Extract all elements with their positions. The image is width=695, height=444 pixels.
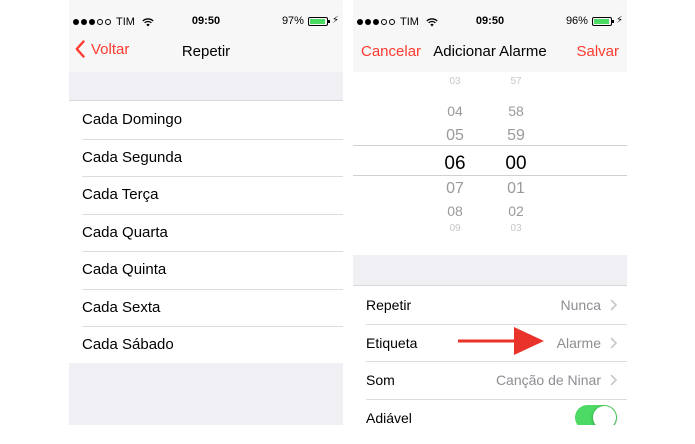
hour-option[interactable]: 05 xyxy=(435,127,475,145)
red-arrow-annotation xyxy=(458,327,544,355)
save-button[interactable]: Salvar xyxy=(576,43,619,60)
minute-option[interactable]: 58 xyxy=(496,103,536,119)
chevron-right-icon xyxy=(610,299,617,311)
list-item-thursday[interactable]: Cada Quinta xyxy=(69,251,343,289)
list-item-monday[interactable]: Cada Segunda xyxy=(69,138,343,177)
hour-option[interactable]: 08 xyxy=(435,203,475,219)
minute-option[interactable]: 57 xyxy=(496,76,536,87)
hour-option[interactable]: 04 xyxy=(435,103,475,119)
snooze-label: Adiável xyxy=(366,409,412,426)
list-item-wednesday[interactable]: Cada Quarta xyxy=(69,213,343,252)
minute-option[interactable]: 01 xyxy=(496,180,536,198)
nav-bar: Cancelar Adicionar Alarme Salvar xyxy=(353,30,627,72)
time-picker[interactable]: 03 04 05 06 07 08 09 57 58 59 00 01 02 03 xyxy=(353,72,627,255)
charging-bolt-icon: ⚡︎ xyxy=(331,15,339,26)
chevron-right-icon xyxy=(610,336,617,349)
snooze-row: Adiável xyxy=(353,398,627,426)
picker-selection-line-top xyxy=(353,145,627,146)
battery-fill xyxy=(309,18,326,24)
repeat-days-list: Cada Domingo Cada Segunda Cada Terça Cad… xyxy=(69,100,343,365)
list-item-friday[interactable]: Cada Sexta xyxy=(69,288,343,327)
sound-value: Canção de Ninar xyxy=(495,372,601,388)
nav-bar: Voltar Repetir xyxy=(69,30,343,72)
snooze-toggle[interactable] xyxy=(575,404,617,425)
minute-option[interactable]: 02 xyxy=(496,203,536,219)
status-bar: TIM 09:50 97% ⚡︎ xyxy=(69,14,343,30)
selected-minute[interactable]: 00 xyxy=(496,153,536,175)
battery-status: 96% ⚡︎ xyxy=(566,15,623,27)
hour-option[interactable]: 03 xyxy=(435,76,475,87)
selected-hour[interactable]: 06 xyxy=(435,153,475,175)
repeat-value: Nunca xyxy=(560,297,601,313)
charging-bolt-icon: ⚡︎ xyxy=(615,15,623,26)
battery-percent: 97% xyxy=(281,15,304,27)
hour-option[interactable]: 09 xyxy=(435,223,475,234)
label-value: Alarme xyxy=(556,334,601,351)
section-spacer xyxy=(353,255,627,285)
battery-icon xyxy=(307,16,330,26)
minute-option[interactable]: 03 xyxy=(496,223,536,234)
label-label: Etiqueta xyxy=(366,334,418,351)
add-alarm-screen: TIM 09:50 96% ⚡︎ Cancelar Adicionar Alar… xyxy=(353,0,627,425)
minute-option[interactable]: 59 xyxy=(496,127,536,145)
status-bar: TIM 09:50 96% ⚡︎ xyxy=(353,14,627,30)
battery-fill xyxy=(593,18,610,24)
hour-option[interactable]: 07 xyxy=(435,180,475,198)
screenshot-stage: TIM 09:50 97% ⚡︎ Voltar Repetir Cada Dom… xyxy=(0,0,695,444)
battery-status: 97% ⚡︎ xyxy=(282,15,339,27)
repeat-label: Repetir xyxy=(366,297,412,313)
sound-row[interactable]: Som Canção de Ninar xyxy=(353,361,627,399)
list-item-saturday[interactable]: Cada Sábado xyxy=(69,326,343,364)
chevron-right-icon xyxy=(610,374,617,386)
empty-area xyxy=(69,363,343,425)
repeat-row[interactable]: Repetir Nunca xyxy=(353,286,627,324)
sound-label: Som xyxy=(366,372,395,388)
list-item-sunday[interactable]: Cada Domingo xyxy=(69,101,343,139)
picker-selection-line-bottom xyxy=(353,175,627,176)
repeat-screen: TIM 09:50 97% ⚡︎ Voltar Repetir Cada Dom… xyxy=(69,0,343,425)
battery-percent: 96% xyxy=(565,15,588,27)
list-item-tuesday[interactable]: Cada Terça xyxy=(69,176,343,214)
page-title: Repetir xyxy=(181,43,231,60)
section-spacer xyxy=(69,72,343,100)
battery-icon xyxy=(591,16,614,26)
toggle-knob xyxy=(593,405,616,425)
